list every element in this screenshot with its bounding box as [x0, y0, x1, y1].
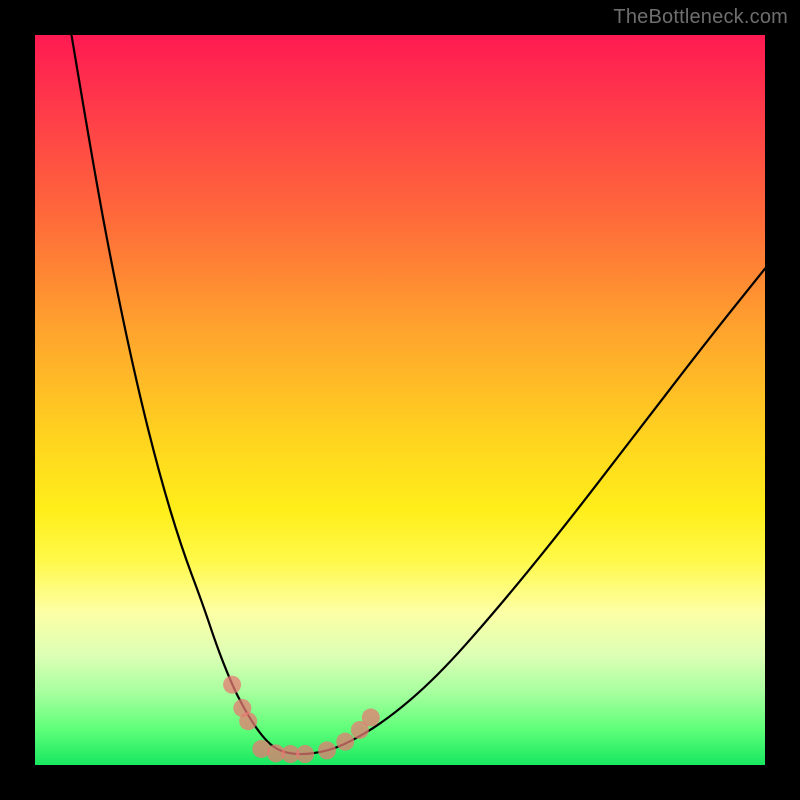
plot-area [35, 35, 765, 765]
marker-group [223, 676, 380, 763]
data-marker [239, 712, 257, 730]
data-marker [318, 741, 336, 759]
data-marker [296, 745, 314, 763]
watermark-text: TheBottleneck.com [613, 6, 788, 29]
bottleneck-curve [72, 35, 766, 754]
data-marker [336, 733, 354, 751]
data-marker [223, 676, 241, 694]
chart-frame: TheBottleneck.com [0, 0, 800, 800]
data-marker [362, 709, 380, 727]
curve-svg [35, 35, 765, 765]
